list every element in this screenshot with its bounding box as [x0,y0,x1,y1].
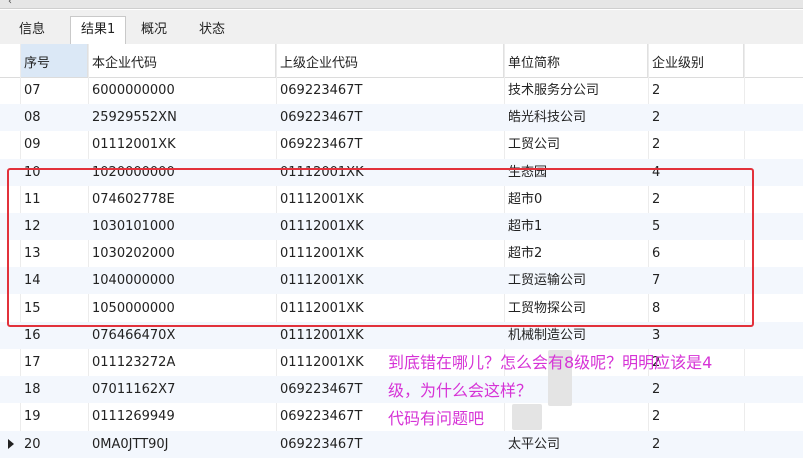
annotation-line-2: 级，为什么会这样？ [388,381,533,400]
cell-seq[interactable]: 08 [20,104,88,131]
cell-unit-name[interactable]: 皓光科技公司 [504,104,648,131]
cell-seq[interactable]: 15 [20,295,88,322]
column-header-unit-name[interactable]: 单位简称 [504,44,648,77]
table-row[interactable]: 16 076466470X 01112001XK 机械制造公司 3 [0,321,803,349]
table-row[interactable]: 15 1050000000 01112001XK 工贸物探公司 8 [0,295,803,322]
cell-company-code[interactable]: 1020000000 [88,159,276,186]
cell-parent-code[interactable]: 069223467T [276,77,504,104]
table-row[interactable]: 07 6000000000 069223467T 技术服务分公司 2 [0,77,803,104]
blurred-region [512,404,542,430]
result-tabs: 信息 结果1 概况 状态 [0,10,803,45]
cell-level[interactable]: 2 [648,376,744,403]
cell-level[interactable]: 7 [648,267,744,294]
cell-company-code[interactable]: 074602778E [88,186,276,213]
cell-seq[interactable]: 07 [20,77,88,104]
cell-company-code[interactable]: 01112001XK [88,131,276,158]
column-header-level[interactable]: 企业级别 [648,44,744,77]
table-row[interactable]: 14 1040000000 01112001XK 工贸运输公司 7 [0,267,803,295]
cell-level[interactable]: 6 [648,240,744,267]
cell-company-code[interactable]: 07011162X7 [88,376,276,403]
cell-unit-name[interactable]: 超市0 [504,186,648,213]
cell-company-code[interactable]: 25929552XN [88,104,276,131]
annotation-line-1: 到底错在哪儿？怎么会有8级呢？明明应该是4 [388,353,713,372]
cell-company-code[interactable]: 1030202000 [88,240,276,267]
tab-result1[interactable]: 结果1 [70,16,127,45]
tab-status[interactable]: 状态 [188,16,236,42]
cell-seq[interactable]: 17 [20,349,88,376]
table-row[interactable]: 20 0MA0JTT90J 069223467T 太平公司 2 [0,430,803,458]
table-row[interactable]: 08 25929552XN 069223467T 皓光科技公司 2 [0,104,803,132]
table-row[interactable]: 11 074602778E 01112001XK 超市0 2 [0,186,803,213]
cell-unit-name[interactable]: 生态园 [504,159,648,186]
cell-parent-code[interactable]: 01112001XK [276,159,504,186]
table-row[interactable]: 12 1030101000 01112001XK 超市1 5 [0,213,803,240]
cell-parent-code[interactable]: 01112001XK [276,322,504,349]
cell-level[interactable]: 2 [648,77,744,104]
cell-parent-code[interactable]: 01112001XK [276,267,504,294]
annotation-line-3: 代码有问题吧 [388,409,485,428]
cell-unit-name[interactable]: 太平公司 [504,431,648,458]
cell-seq[interactable]: 11 [20,186,88,213]
cell-level[interactable]: 3 [648,322,744,349]
cell-level[interactable]: 4 [648,159,744,186]
cell-level[interactable]: 2 [648,131,744,158]
cell-parent-code[interactable]: 01112001XK [276,240,504,267]
cell-company-code[interactable]: 1050000000 [88,295,276,322]
cell-unit-name[interactable]: 超市1 [504,213,648,240]
cell-seq[interactable]: 12 [20,213,88,240]
column-header-company-code[interactable]: 本企业代码 [88,44,276,77]
column-header-parent-code[interactable]: 上级企业代码 [276,44,504,77]
cell-level[interactable]: 2 [648,403,744,430]
cell-seq[interactable]: 14 [20,267,88,294]
cell-seq[interactable]: 16 [20,322,88,349]
cell-company-code[interactable]: 1030101000 [88,213,276,240]
cell-unit-name[interactable]: 工贸运输公司 [504,267,648,294]
cell-unit-name[interactable]: 超市2 [504,240,648,267]
cell-parent-code[interactable]: 069223467T [276,131,504,158]
cell-seq[interactable]: 13 [20,240,88,267]
cell-parent-code[interactable]: 01112001XK [276,186,504,213]
cell-level[interactable]: 2 [648,104,744,131]
cell-parent-code[interactable]: 01112001XK [276,213,504,240]
cell-parent-code[interactable]: 069223467T [276,431,504,458]
chevron-up-icon[interactable]: ‹ [8,0,12,7]
tab-overview[interactable]: 概况 [130,16,178,42]
cell-level[interactable]: 5 [648,213,744,240]
cell-company-code[interactable]: 011123272A [88,349,276,376]
tab-info[interactable]: 信息 [8,16,56,42]
cell-unit-name[interactable]: 技术服务分公司 [504,77,648,104]
cell-level[interactable]: 2 [648,431,744,458]
grid-header: 序号 本企业代码 上级企业代码 单位简称 企业级别 [0,44,803,78]
table-row[interactable]: 09 01112001XK 069223467T 工贸公司 2 [0,131,803,158]
cell-parent-code[interactable]: 069223467T [276,104,504,131]
cell-seq[interactable]: 19 [20,403,88,430]
cell-seq[interactable]: 10 [20,159,88,186]
cell-parent-code[interactable]: 01112001XK [276,295,504,322]
window-top-strip: ‹ [0,0,803,9]
table-row[interactable]: 10 1020000000 01112001XK 生态园 4 [0,158,803,186]
table-row[interactable]: 13 1030202000 01112001XK 超市2 6 [0,240,803,267]
cell-company-code[interactable]: 6000000000 [88,77,276,104]
cell-seq[interactable]: 20 [20,431,88,458]
cell-company-code[interactable]: 0MA0JTT90J [88,431,276,458]
column-header-seq[interactable]: 序号 [20,44,88,77]
cell-unit-name[interactable]: 工贸公司 [504,131,648,158]
current-row-indicator-icon [8,438,14,449]
cell-level[interactable]: 8 [648,295,744,322]
cell-company-code[interactable]: 1040000000 [88,267,276,294]
cell-company-code[interactable]: 076466470X [88,322,276,349]
cell-seq[interactable]: 18 [20,376,88,403]
cell-company-code[interactable]: 0111269949 [88,403,276,430]
cell-level[interactable]: 2 [648,186,744,213]
cell-unit-name[interactable]: 机械制造公司 [504,322,648,349]
cell-unit-name[interactable]: 工贸物探公司 [504,295,648,322]
cell-seq[interactable]: 09 [20,131,88,158]
